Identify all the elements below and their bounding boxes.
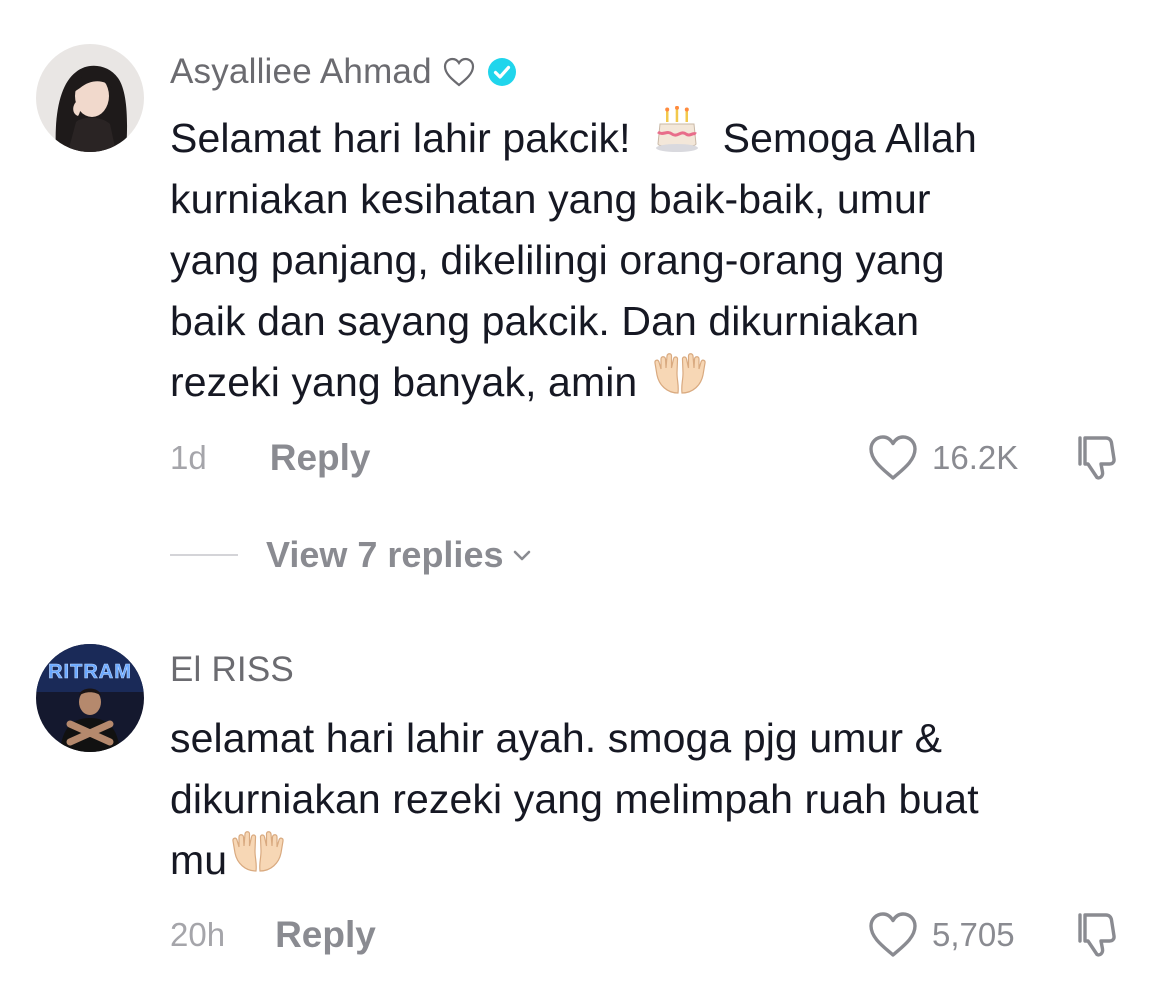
timestamp: 20h [170,916,226,953]
username[interactable]: Asyalliee Ahmad [170,52,432,92]
like-count: 5,705 [932,916,1015,953]
reply-button[interactable]: Reply [275,914,376,956]
heart-outline-icon [442,56,476,88]
divider [170,554,238,556]
comment-line: baik dan sayang pakcik. Dan dikurniakan [170,298,920,344]
dislike-icon[interactable] [1072,433,1122,483]
comment-line: kurniakan kesihatan yang baik-baik, umur [170,176,931,222]
comment-meta: 20h Reply [170,910,376,960]
svg-text:RITRAM: RITRAM [48,661,132,683]
comment-line: rezeki yang banyak, amin [170,352,1130,413]
timestamp: 1d [170,439,207,476]
comment-line: dikurniakan rezeki yang melimpah ruah bu… [170,776,979,822]
dislike-icon[interactable] [1072,910,1122,960]
raised-hands-emoji [229,829,287,892]
heart-icon[interactable] [866,433,920,483]
birthday-cake-emoji [653,105,701,171]
avatar[interactable] [36,44,144,152]
comment-line: yang panjang, dikelilingi orang-orang ya… [170,237,945,283]
avatar[interactable]: RITRAM [36,644,144,752]
like-group: 16.2K [866,433,1018,483]
view-replies-label[interactable]: View 7 replies [266,534,503,576]
comment-text: selamat hari lahir ayah. smoga pjg umur … [170,708,1130,891]
verified-badge-icon [486,56,518,88]
heart-icon[interactable] [866,910,920,960]
username[interactable]: El RISS [170,650,294,690]
like-count: 16.2K [932,439,1019,476]
raised-hands-emoji [651,351,709,414]
like-group: 5,705 [866,910,1015,960]
comment-line: Selamat hari lahir pakcik! Semoga Allah [170,105,1130,171]
username-row: El RISS [170,648,294,692]
comment-line: selamat hari lahir ayah. smoga pjg umur … [170,715,943,761]
view-replies[interactable]: View 7 replies [170,530,533,580]
comment-meta: 1d Reply [170,433,370,483]
chevron-down-icon[interactable] [511,544,533,566]
comment-line: mu [170,830,1130,891]
username-row: Asyalliee Ahmad [170,50,518,94]
comment-text: Selamat hari lahir pakcik! Semoga Allah … [170,105,1130,413]
reply-button[interactable]: Reply [270,437,371,479]
